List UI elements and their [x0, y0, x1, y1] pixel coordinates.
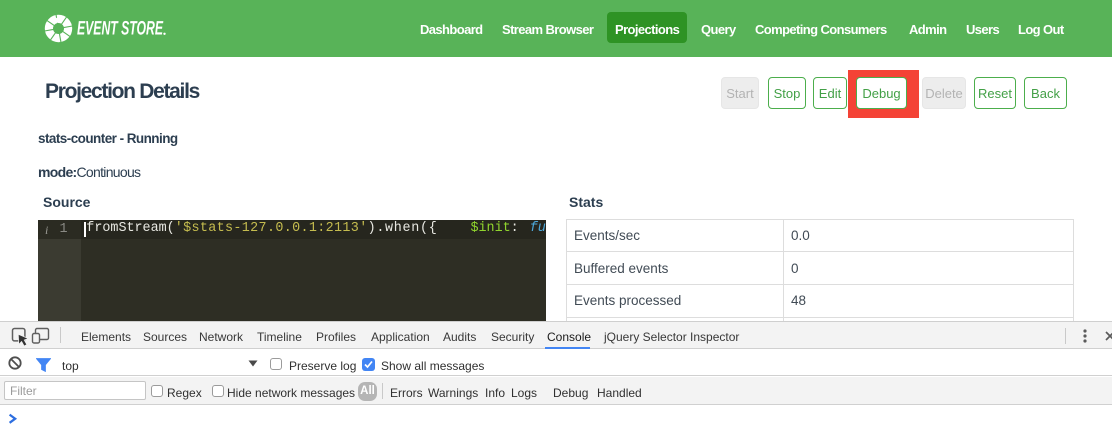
svg-text:EVENT STORE: EVENT STORE: [77, 18, 164, 40]
